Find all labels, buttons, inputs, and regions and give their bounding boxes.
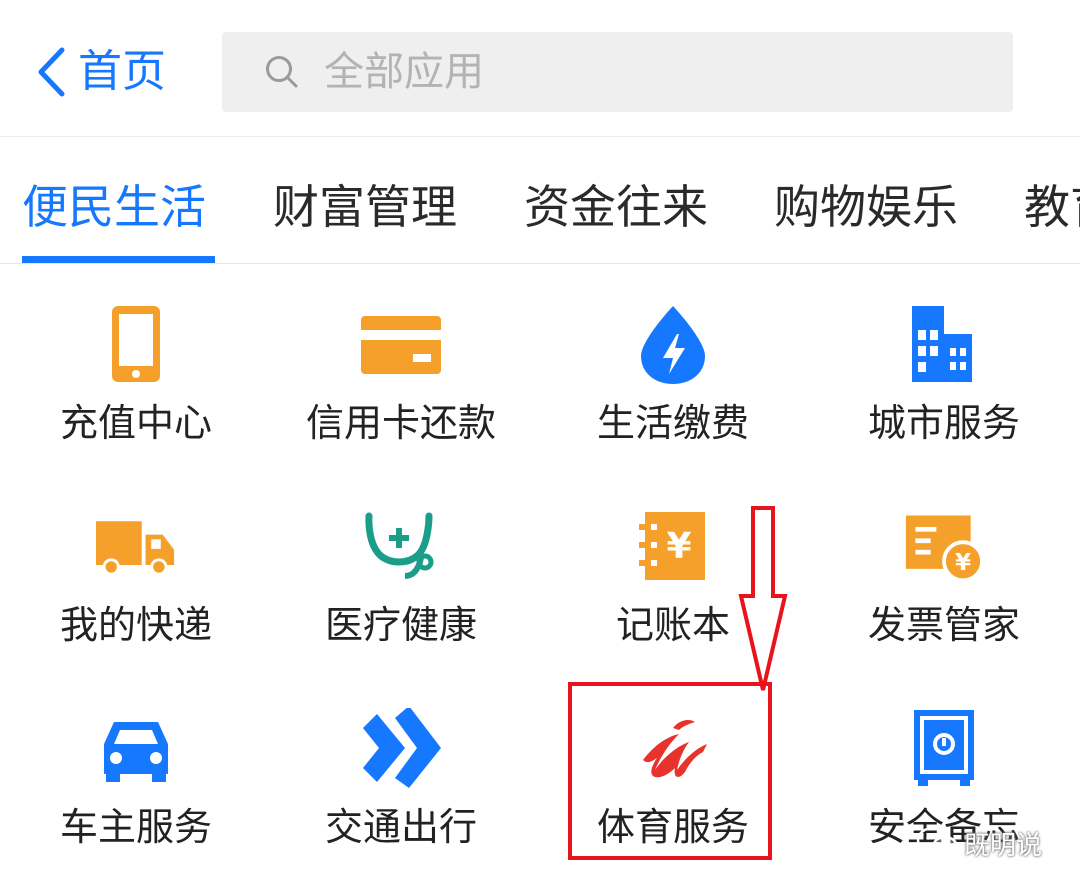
- app-utility-bills[interactable]: 生活缴费: [537, 294, 809, 494]
- search-bar[interactable]: [222, 32, 1013, 112]
- app-credit-card-repayment[interactable]: 信用卡还款: [265, 294, 537, 494]
- ledger-book-icon: ¥: [639, 512, 705, 580]
- tab-wealth-management[interactable]: 财富管理: [273, 137, 457, 264]
- app-label: 充值中心: [59, 401, 212, 445]
- wechat-icon: [916, 826, 959, 859]
- app-medical-health[interactable]: 医疗健康: [265, 496, 537, 696]
- app-label: 我的快递: [59, 603, 212, 647]
- app-list-page: 首页 便民生活 财富管理 资金往来 购物娱乐 教育 充值中心: [0, 0, 1080, 890]
- app-label: 城市服务: [867, 401, 1020, 445]
- svg-text:¥: ¥: [666, 526, 691, 567]
- app-label: 医疗健康: [324, 603, 477, 647]
- sports-logo-icon: [643, 720, 707, 778]
- app-grid: 充值中心 信用卡还款 生活缴费 城市服务 我的快递 医疗健康 ¥ 记账本 ¥ 发…: [0, 264, 1080, 890]
- app-recharge-center[interactable]: 充值中心: [0, 294, 272, 494]
- tab-fund-transfer[interactable]: 资金往来: [524, 137, 708, 264]
- water-drop-bolt-icon: [641, 306, 705, 384]
- tab-convenience-life[interactable]: 便民生活: [22, 137, 206, 264]
- app-sports-services[interactable]: 体育服务: [537, 698, 809, 890]
- car-icon: [104, 722, 168, 782]
- app-label: 发票管家: [867, 603, 1020, 647]
- app-label: 信用卡还款: [305, 401, 496, 445]
- phone-icon: [112, 306, 160, 382]
- back-button[interactable]: 首页: [36, 40, 166, 104]
- stethoscope-icon: [365, 512, 434, 579]
- category-tabs: 便民生活 财富管理 资金往来 购物娱乐 教育: [0, 137, 1080, 264]
- app-label: 生活缴费: [596, 401, 749, 445]
- back-label: 首页: [78, 46, 166, 97]
- header: 首页: [0, 0, 1080, 137]
- invoice-icon: ¥: [905, 515, 984, 583]
- search-input[interactable]: [322, 48, 966, 96]
- safe-box-icon: [914, 710, 974, 786]
- active-tab-indicator: [22, 256, 215, 263]
- app-invoice-manager[interactable]: ¥ 发票管家: [808, 496, 1080, 696]
- app-account-book[interactable]: ¥ 记账本: [537, 496, 809, 696]
- city-buildings-icon: [912, 306, 972, 382]
- tab-shopping-entertainment[interactable]: 购物娱乐: [774, 137, 958, 264]
- delivery-truck-icon: [96, 521, 175, 576]
- app-my-express[interactable]: 我的快递: [0, 496, 272, 696]
- watermark: 既明说: [916, 822, 1042, 864]
- search-icon: [266, 56, 298, 88]
- tab-education[interactable]: 教育: [1024, 137, 1080, 264]
- app-city-services[interactable]: 城市服务: [808, 294, 1080, 494]
- app-label: 记账本: [615, 603, 730, 647]
- app-label: 体育服务: [596, 805, 749, 849]
- credit-card-icon: [361, 316, 441, 374]
- svg-text:¥: ¥: [955, 550, 971, 576]
- watermark-text: 既明说: [964, 830, 1043, 861]
- app-transportation[interactable]: 交通出行: [265, 698, 537, 890]
- app-car-owner-services[interactable]: 车主服务: [0, 698, 272, 890]
- chevron-left-icon: [38, 47, 65, 97]
- app-label: 车主服务: [59, 805, 212, 849]
- double-chevron-icon: [363, 708, 441, 788]
- app-label: 交通出行: [324, 805, 477, 849]
